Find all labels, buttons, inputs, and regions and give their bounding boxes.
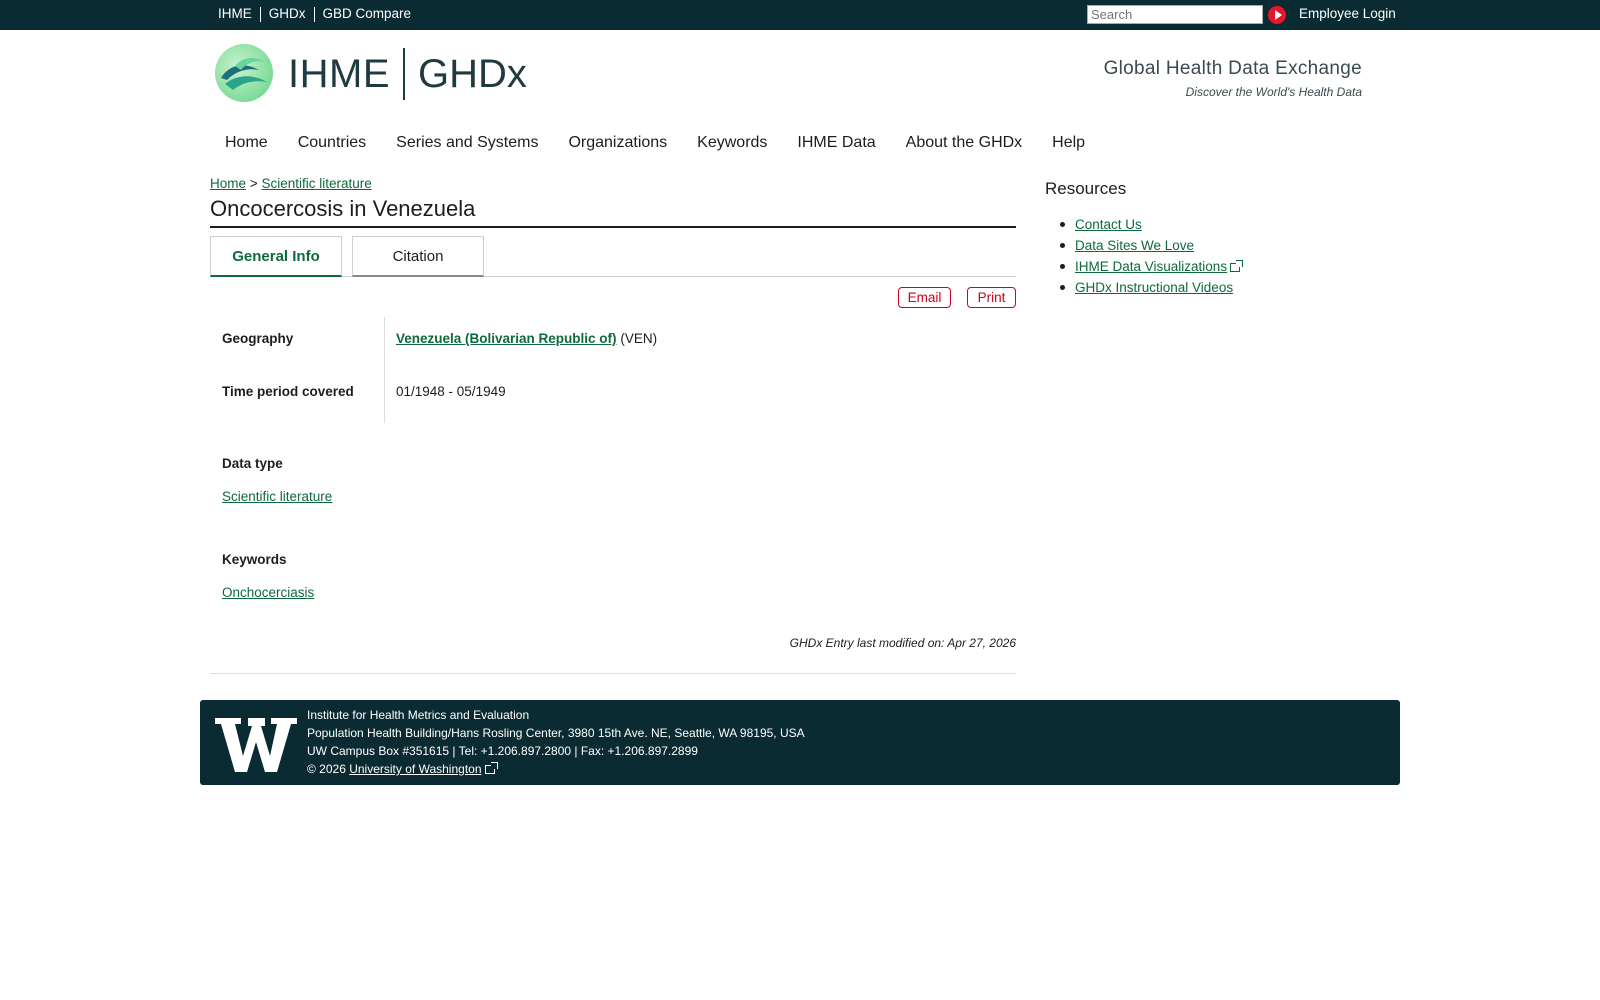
time-period-value: 01/1948 - 05/1949 bbox=[396, 384, 506, 399]
uw-w-logo[interactable] bbox=[215, 718, 297, 772]
logo-divider bbox=[403, 48, 405, 100]
resources-heading: Resources bbox=[1045, 179, 1127, 198]
footer-uw-link[interactable]: University of Washington bbox=[349, 762, 481, 776]
nav-help[interactable]: Help bbox=[1037, 133, 1100, 153]
resources-list: Contact Us Data Sites We Love IHME Data … bbox=[1060, 214, 1244, 298]
geography-value: Venezuela (Bolivarian Republic of) (VEN) bbox=[396, 331, 657, 346]
nav-series-and-systems[interactable]: Series and Systems bbox=[381, 133, 553, 153]
nav-keywords[interactable]: Keywords bbox=[682, 133, 782, 153]
geography-code: (VEN) bbox=[620, 331, 658, 346]
last-modified-text: GHDx Entry last modified on: Apr 27, 202… bbox=[789, 636, 1016, 650]
page-title: Oncocercosis in Venezuela bbox=[210, 196, 1016, 228]
keywords-label: Keywords bbox=[222, 552, 287, 567]
nav-about-the-ghdx[interactable]: About the GHDx bbox=[891, 133, 1038, 153]
list-item: Data Sites We Love bbox=[1060, 235, 1240, 256]
breadcrumb: Home > Scientific literature bbox=[210, 176, 372, 191]
tagline-title: Global Health Data Exchange bbox=[1103, 58, 1362, 79]
search-input[interactable] bbox=[1087, 5, 1263, 24]
nav-organizations[interactable]: Organizations bbox=[553, 133, 682, 153]
resource-instructional-videos[interactable]: GHDx Instructional Videos bbox=[1075, 280, 1233, 295]
play-arrow-icon bbox=[1274, 10, 1282, 20]
footer: Institute for Health Metrics and Evaluat… bbox=[200, 700, 1400, 785]
resource-data-sites[interactable]: Data Sites We Love bbox=[1075, 238, 1194, 253]
logo-ghdx-text: GHDx bbox=[418, 52, 527, 96]
site-tagline: Global Health Data Exchange Discover the… bbox=[1104, 58, 1362, 99]
footer-text: Institute for Health Metrics and Evaluat… bbox=[307, 706, 805, 778]
tab-general-info[interactable]: General Info bbox=[210, 236, 342, 277]
top-link-ihme[interactable]: IHME bbox=[210, 6, 260, 22]
tagline-subtitle: Discover the World's Health Data bbox=[1185, 85, 1362, 99]
footer-copyright: © 2026 bbox=[307, 762, 346, 776]
top-link-gbd-compare[interactable]: GBD Compare bbox=[315, 6, 420, 22]
content-divider bbox=[210, 673, 1016, 674]
nav-countries[interactable]: Countries bbox=[283, 133, 381, 153]
table-row: Time period covered 01/1948 - 05/1949 bbox=[210, 370, 1016, 422]
list-item: IHME Data Visualizations bbox=[1060, 256, 1244, 277]
main-nav: Home Countries Series and Systems Organi… bbox=[210, 133, 1100, 153]
geography-link[interactable]: Venezuela (Bolivarian Republic of) bbox=[396, 331, 617, 346]
external-link-icon bbox=[1230, 259, 1244, 272]
list-item: GHDx Instructional Videos bbox=[1060, 277, 1240, 298]
external-link-icon bbox=[484, 762, 498, 775]
email-button[interactable]: Email bbox=[898, 287, 951, 308]
breadcrumb-scientific-literature[interactable]: Scientific literature bbox=[261, 176, 371, 191]
nav-ihme-data[interactable]: IHME Data bbox=[782, 133, 890, 153]
search-submit-button[interactable] bbox=[1268, 6, 1286, 24]
breadcrumb-separator: > bbox=[249, 176, 258, 191]
footer-org-name: Institute for Health Metrics and Evaluat… bbox=[307, 708, 530, 722]
employee-login-link[interactable]: Employee Login bbox=[1299, 6, 1396, 21]
data-type-label: Data type bbox=[222, 456, 283, 471]
footer-contact: UW Campus Box #351615 | Tel: +1.206.897.… bbox=[307, 744, 698, 758]
geography-label: Geography bbox=[222, 331, 294, 346]
nav-home[interactable]: Home bbox=[210, 133, 283, 153]
tab-citation[interactable]: Citation bbox=[352, 236, 484, 277]
footer-address: Population Health Building/Hans Rosling … bbox=[307, 726, 805, 740]
list-item: Contact Us bbox=[1060, 214, 1240, 235]
data-type-link[interactable]: Scientific literature bbox=[222, 489, 332, 504]
top-bar: IHME GHDx GBD Compare Employee Login bbox=[0, 0, 1600, 30]
resource-ihme-data-visualizations[interactable]: IHME Data Visualizations bbox=[1075, 259, 1227, 274]
keyword-link[interactable]: Onchocerciasis bbox=[222, 585, 314, 600]
top-link-ghdx[interactable]: GHDx bbox=[261, 6, 314, 22]
ihme-leaf-logo[interactable] bbox=[215, 44, 273, 102]
logo-ihme-text: IHME bbox=[288, 52, 390, 96]
leaf-icon bbox=[221, 57, 267, 90]
time-period-label: Time period covered bbox=[222, 384, 354, 399]
table-row: Geography Venezuela (Bolivarian Republic… bbox=[210, 317, 1016, 369]
resource-contact-us[interactable]: Contact Us bbox=[1075, 217, 1142, 232]
footer-copyright-line: © 2026 University of Washington bbox=[307, 760, 805, 778]
breadcrumb-home[interactable]: Home bbox=[210, 176, 246, 191]
tab-bar: General Info Citation bbox=[210, 236, 1016, 277]
print-button[interactable]: Print bbox=[967, 287, 1016, 308]
top-nav: IHME GHDx GBD Compare bbox=[210, 6, 419, 22]
